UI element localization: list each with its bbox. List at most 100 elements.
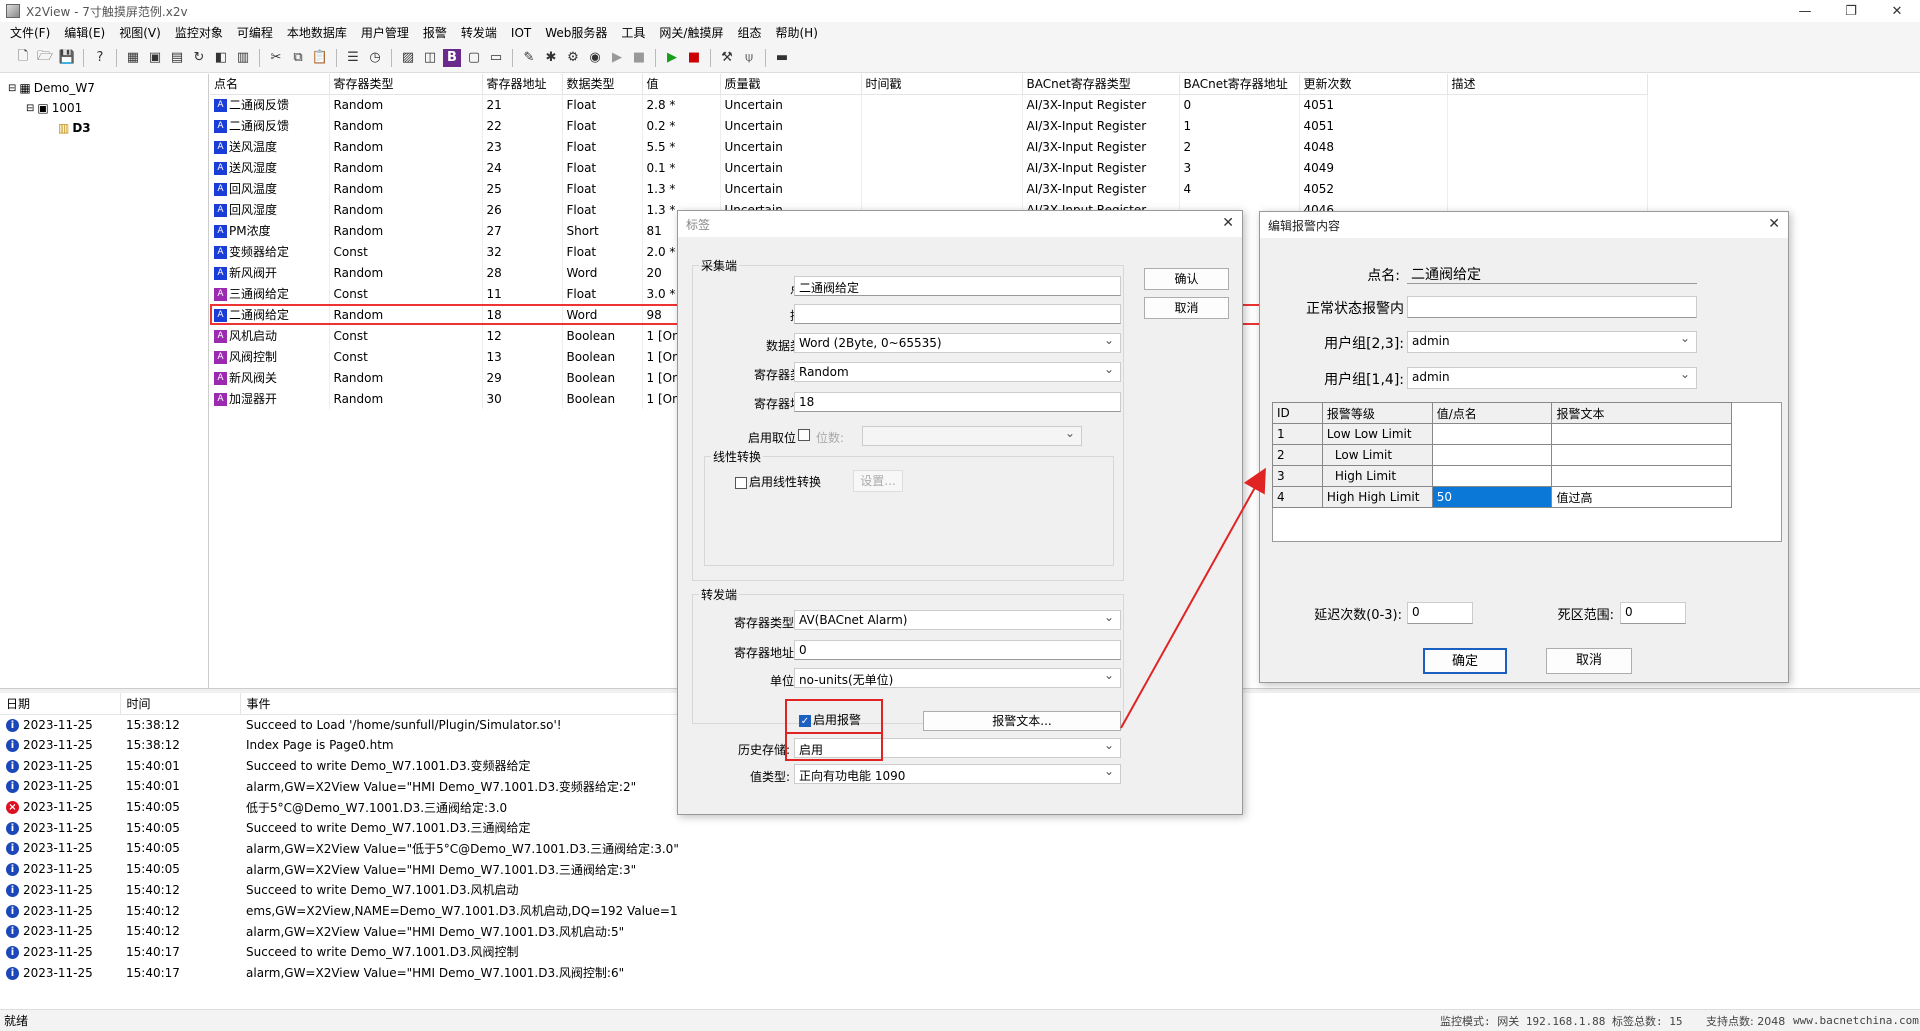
alarm-text-cell[interactable]: 值过高 bbox=[1551, 486, 1732, 508]
log-row[interactable]: i 2023-11-25 15:40:12 Succeed to write Demo… bbox=[0, 880, 940, 901]
linear-checkbox[interactable] bbox=[735, 476, 747, 489]
table-row[interactable]: A 二通阀反馈 Random 21 Float 2.8 * Uncertain AI/3X-I… bbox=[210, 94, 1648, 115]
vtype-select[interactable]: 正向有功电能 1090 bbox=[794, 764, 1121, 784]
monitor-icon[interactable]: ▭ bbox=[487, 49, 505, 67]
fwd-raddr-field[interactable]: 0 bbox=[794, 640, 1121, 660]
dtype-select[interactable]: Word (2Byte, 0~65535) bbox=[794, 333, 1121, 353]
log-row[interactable]: i 2023-11-25 15:40:05 alarm,GW=X2View Value… bbox=[0, 859, 940, 880]
name-field[interactable]: 二通阀给定 bbox=[794, 276, 1121, 296]
module-icon[interactable]: ◧ bbox=[212, 49, 230, 67]
bits-select[interactable] bbox=[862, 426, 1082, 446]
column-header[interactable]: 报警等级 bbox=[1321, 402, 1433, 424]
alarm-level-row[interactable]: 2 Low Limit bbox=[1272, 444, 1732, 466]
linear-checkbox-row[interactable]: 启用线性转换 bbox=[735, 473, 821, 490]
screen-icon[interactable]: ▬ bbox=[773, 49, 791, 67]
script-icon[interactable]: ✎ bbox=[520, 49, 538, 67]
delay-field[interactable]: 0 bbox=[1407, 602, 1473, 624]
alarm-level-row[interactable]: 4 High High Limit 50 值过高 bbox=[1272, 486, 1732, 508]
open-folder-icon[interactable]: 🗁 bbox=[36, 49, 54, 67]
table-icon[interactable]: ▤ bbox=[168, 49, 186, 67]
close-icon[interactable]: ✕ bbox=[1222, 215, 1234, 231]
menu-edit[interactable]: 编辑(E) bbox=[64, 24, 105, 41]
database-alt-icon[interactable]: ▢ bbox=[465, 49, 483, 67]
close-icon[interactable]: ✕ bbox=[1768, 216, 1780, 232]
chart-icon[interactable]: ▨ bbox=[399, 49, 417, 67]
alarm-value-cell[interactable] bbox=[1431, 465, 1553, 487]
menu-tools[interactable]: 工具 bbox=[621, 24, 645, 41]
column-header[interactable]: 更新次数 bbox=[1299, 74, 1448, 95]
alarm-ok-button[interactable]: 确定 bbox=[1423, 648, 1507, 674]
stop-icon[interactable]: ■ bbox=[630, 49, 648, 67]
column-header[interactable]: BACnet寄存器地址 bbox=[1179, 74, 1300, 95]
alarm-value-cell[interactable]: 50 bbox=[1431, 486, 1553, 508]
alarm-text-cell[interactable] bbox=[1551, 465, 1732, 487]
column-header[interactable]: BACnet寄存器类型 bbox=[1022, 74, 1180, 95]
desc-field[interactable] bbox=[794, 304, 1121, 324]
database-icon[interactable]: ◫ bbox=[421, 49, 439, 67]
menu-config[interactable]: 组态 bbox=[737, 24, 761, 41]
dead-field[interactable]: 0 bbox=[1620, 602, 1686, 624]
menu-web-server[interactable]: Web服务器 bbox=[545, 24, 607, 41]
refresh-icon[interactable]: ↻ bbox=[190, 49, 208, 67]
antenna-icon[interactable]: ⍦ bbox=[740, 49, 758, 67]
alarm-text-button[interactable]: 报警文本... bbox=[923, 711, 1121, 731]
alarm-text-cell[interactable] bbox=[1551, 423, 1732, 445]
run-icon[interactable]: ▶ bbox=[608, 49, 626, 67]
menu-gateway[interactable]: 网关/触摸屏 bbox=[659, 24, 723, 41]
alarm-cancel-button[interactable]: 取消 bbox=[1546, 648, 1632, 674]
menu-forward[interactable]: 转发端 bbox=[461, 24, 497, 41]
ok-button[interactable]: 确认 bbox=[1144, 268, 1229, 290]
alarm-name-field[interactable]: 二通阀给定 bbox=[1407, 262, 1697, 284]
maximize-button[interactable]: ❐ bbox=[1828, 0, 1874, 22]
tree-node-root[interactable]: ⊟ ▦ Demo_W7 bbox=[8, 78, 208, 98]
menu-help[interactable]: 帮助(H) bbox=[775, 24, 817, 41]
table-row[interactable]: A 二通阀反馈 Random 22 Float 0.2 * Uncertain AI/3X-I… bbox=[210, 115, 1648, 136]
tree-node-device[interactable]: ⊟ ▣ 1001 bbox=[8, 98, 208, 118]
column-header[interactable]: 日期 bbox=[0, 693, 121, 715]
log-row[interactable]: i 2023-11-25 15:40:12 ems,GW=X2View,NAME=De… bbox=[0, 900, 940, 921]
grp23-select[interactable]: admin bbox=[1407, 331, 1697, 353]
plugin-icon[interactable]: ⚙ bbox=[564, 49, 582, 67]
tree-node-d3[interactable]: ▥ D3 bbox=[8, 118, 208, 138]
column-header[interactable]: 寄存器地址 bbox=[482, 74, 563, 95]
log-row[interactable]: i 2023-11-25 15:40:05 Succeed to write Demo… bbox=[0, 817, 940, 838]
column-header[interactable]: 描述 bbox=[1447, 74, 1648, 95]
grid-icon[interactable]: ▦ bbox=[124, 49, 142, 67]
menu-user-mgmt[interactable]: 用户管理 bbox=[361, 24, 409, 41]
column-header[interactable]: 值 bbox=[642, 74, 721, 95]
table-row[interactable]: A 送风温度 Random 23 Float 5.5 * Uncertain AI/3X-In… bbox=[210, 136, 1648, 157]
column-header[interactable]: 报警文本 bbox=[1551, 402, 1732, 424]
new-file-icon[interactable]: 🗋 bbox=[14, 49, 32, 67]
column-header[interactable]: 寄存器类型 bbox=[329, 74, 483, 95]
raddr-field[interactable]: 18 bbox=[794, 392, 1121, 412]
copy-icon[interactable]: ⧉ bbox=[289, 49, 307, 67]
grp14-select[interactable]: admin bbox=[1407, 367, 1697, 389]
expand-icon[interactable]: ⊟ bbox=[26, 103, 34, 114]
clock-icon[interactable]: ◷ bbox=[366, 49, 384, 67]
column-header[interactable]: 时间 bbox=[120, 693, 241, 715]
alarm-level-row[interactable]: 1 Low Low Limit bbox=[1272, 423, 1732, 445]
column-header[interactable]: 数据类型 bbox=[562, 74, 643, 95]
unit-select[interactable]: no-units(无单位) bbox=[794, 668, 1121, 688]
column-header[interactable]: 点名 bbox=[210, 74, 330, 95]
menu-file[interactable]: 文件(F) bbox=[10, 24, 50, 41]
log-row[interactable]: i 2023-11-25 15:40:17 Succeed to write Demo… bbox=[0, 942, 940, 963]
list-icon[interactable]: ☰ bbox=[344, 49, 362, 67]
log-row[interactable]: i 2023-11-25 15:40:17 alarm,GW=X2View Value… bbox=[0, 962, 940, 983]
device-icon[interactable]: ▣ bbox=[146, 49, 164, 67]
menu-programmable[interactable]: 可编程 bbox=[237, 24, 273, 41]
bug-icon[interactable]: ✱ bbox=[542, 49, 560, 67]
menu-view[interactable]: 视图(V) bbox=[119, 24, 161, 41]
close-button[interactable]: ✕ bbox=[1874, 0, 1920, 22]
table-row[interactable]: A 回风温度 Random 25 Float 1.3 * Uncertain AI/3X-In… bbox=[210, 178, 1648, 199]
start-icon[interactable]: ▶ bbox=[663, 49, 681, 67]
column-header[interactable]: 质量戳 bbox=[720, 74, 862, 95]
cut-icon[interactable]: ✂ bbox=[267, 49, 285, 67]
column-header[interactable]: 时间戳 bbox=[861, 74, 1023, 95]
stop-red-icon[interactable]: ■ bbox=[685, 49, 703, 67]
cancel-button[interactable]: 取消 bbox=[1144, 297, 1229, 319]
minimize-button[interactable]: — bbox=[1782, 0, 1828, 22]
save-icon[interactable]: 💾 bbox=[58, 49, 76, 67]
menu-monitor[interactable]: 监控对象 bbox=[175, 24, 223, 41]
bacnet-icon[interactable]: B bbox=[443, 48, 461, 67]
